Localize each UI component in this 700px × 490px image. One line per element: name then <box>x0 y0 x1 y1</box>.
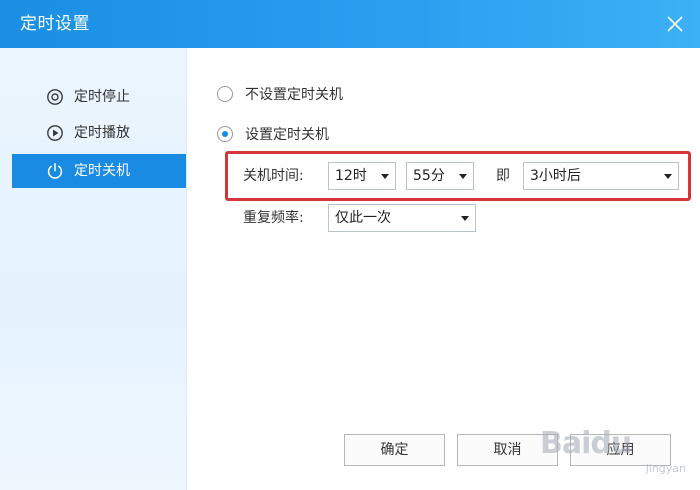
sidebar-item-timer-stop[interactable]: 定时停止 <box>12 80 186 114</box>
apply-button[interactable]: 应用 <box>570 434 671 466</box>
chevron-down-icon <box>461 216 469 221</box>
chevron-down-icon <box>381 174 389 179</box>
close-icon <box>667 16 683 32</box>
ok-button[interactable]: 确定 <box>344 434 445 466</box>
timer-play-icon <box>46 124 64 142</box>
window-title: 定时设置 <box>20 14 90 34</box>
sidebar: 定时停止 定时播放 定时关机 <box>0 48 187 490</box>
hour-select[interactable]: 12时 <box>328 162 396 190</box>
power-icon <box>46 162 64 180</box>
title-bar: 定时设置 <box>0 0 700 48</box>
timer-settings-dialog: 定时设置 定时停止 定时播放 定时关机 不设置定时关机 设置定时关机 关机时间:… <box>0 0 700 490</box>
minute-select[interactable]: 55分 <box>406 162 474 190</box>
cancel-button[interactable]: 取消 <box>457 434 558 466</box>
shutdown-time-label: 关机时间: <box>243 168 304 184</box>
hour-value: 12时 <box>335 168 367 184</box>
option-label: 不设置定时关机 <box>245 87 343 103</box>
sidebar-item-label: 定时关机 <box>74 163 130 179</box>
chevron-down-icon <box>459 174 467 179</box>
sidebar-item-label: 定时停止 <box>74 89 130 105</box>
relative-time-value: 3小时后 <box>530 168 581 184</box>
radio-button-checked[interactable] <box>217 126 233 142</box>
radio-button[interactable] <box>217 86 233 102</box>
sidebar-item-label: 定时播放 <box>74 125 130 141</box>
repeat-frequency-select[interactable]: 仅此一次 <box>328 204 476 232</box>
sidebar-item-timer-play[interactable]: 定时播放 <box>12 116 186 150</box>
close-button[interactable] <box>660 9 690 39</box>
sidebar-item-timer-shutdown[interactable]: 定时关机 <box>12 154 186 188</box>
repeat-frequency-value: 仅此一次 <box>335 210 391 226</box>
repeat-frequency-label: 重复频率: <box>243 210 304 226</box>
minute-value: 55分 <box>413 168 445 184</box>
option-label: 设置定时关机 <box>245 127 329 143</box>
relative-time-select[interactable]: 3小时后 <box>523 162 679 190</box>
chevron-down-icon <box>664 174 672 179</box>
equals-label: 即 <box>496 168 510 184</box>
main-panel: 不设置定时关机 设置定时关机 关机时间: 12时 55分 即 3小时后 重复频率… <box>187 48 700 490</box>
timer-stop-icon <box>46 88 64 106</box>
